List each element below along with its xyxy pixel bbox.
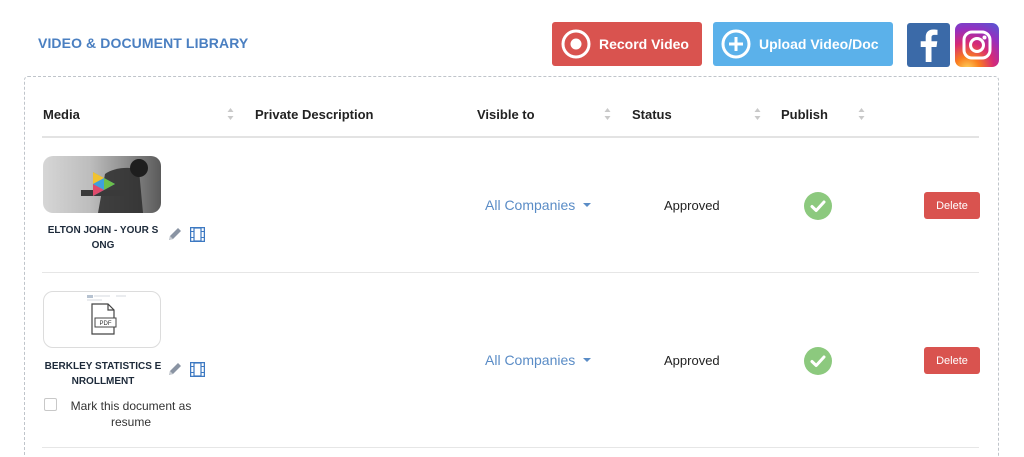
column-header-media[interactable]: Media bbox=[43, 107, 80, 122]
row-divider bbox=[42, 447, 979, 448]
pdf-badge: PDF bbox=[100, 321, 112, 327]
column-header-status[interactable]: Status bbox=[632, 107, 672, 122]
library-title: VIDEO & DOCUMENT LIBRARY bbox=[38, 35, 249, 51]
mark-as-resume-checkbox[interactable] bbox=[44, 398, 57, 411]
published-check-icon[interactable] bbox=[804, 347, 832, 375]
visible-to-value: All Companies bbox=[485, 352, 576, 368]
film-icon[interactable] bbox=[190, 227, 205, 242]
document-thumbnail[interactable]: PDF bbox=[43, 291, 161, 348]
edit-pencil-icon[interactable] bbox=[167, 226, 183, 242]
media-title[interactable]: BERKLEY STATISTICS E NROLLMENT bbox=[42, 359, 164, 389]
video-thumbnail[interactable] bbox=[43, 156, 161, 213]
sort-icon[interactable] bbox=[227, 107, 234, 121]
caret-down-icon bbox=[583, 358, 592, 362]
instagram-icon[interactable] bbox=[955, 23, 999, 67]
film-icon[interactable] bbox=[190, 362, 205, 377]
delete-button[interactable]: Delete bbox=[924, 192, 980, 219]
upload-video-doc-button[interactable]: Upload Video/Doc bbox=[713, 22, 893, 66]
row-divider bbox=[42, 272, 979, 273]
sort-icon[interactable] bbox=[754, 107, 761, 121]
record-icon bbox=[561, 29, 591, 59]
column-header-visible-to[interactable]: Visible to bbox=[477, 107, 535, 122]
visible-to-dropdown[interactable]: All Companies bbox=[485, 197, 592, 213]
edit-pencil-icon[interactable] bbox=[167, 361, 183, 377]
mark-as-resume-label[interactable]: Mark this document as resume bbox=[62, 398, 200, 430]
record-video-label: Record Video bbox=[599, 36, 689, 52]
status-text: Approved bbox=[664, 198, 720, 213]
caret-down-icon bbox=[583, 203, 592, 207]
visible-to-dropdown[interactable]: All Companies bbox=[485, 352, 592, 368]
record-video-button[interactable]: Record Video bbox=[552, 22, 702, 66]
delete-button[interactable]: Delete bbox=[924, 347, 980, 374]
sort-icon[interactable] bbox=[604, 107, 611, 121]
sort-icon[interactable] bbox=[858, 107, 865, 121]
facebook-icon[interactable] bbox=[907, 23, 950, 67]
column-header-publish[interactable]: Publish bbox=[781, 107, 828, 122]
published-check-icon[interactable] bbox=[804, 192, 832, 220]
media-title[interactable]: ELTON JOHN - YOUR S ONG bbox=[42, 223, 164, 253]
plus-circle-icon bbox=[721, 29, 751, 59]
column-header-private-description: Private Description bbox=[255, 107, 374, 122]
visible-to-value: All Companies bbox=[485, 197, 576, 213]
upload-video-doc-label: Upload Video/Doc bbox=[759, 36, 879, 52]
status-text: Approved bbox=[664, 353, 720, 368]
header-divider bbox=[42, 136, 979, 138]
